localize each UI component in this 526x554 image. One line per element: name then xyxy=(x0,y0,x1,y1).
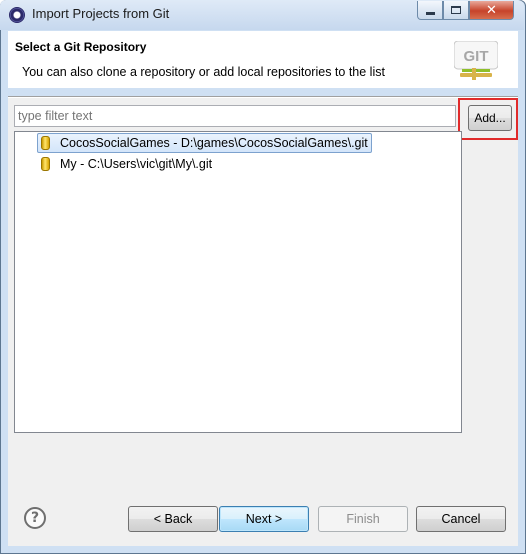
wizard-header: Select a Git Repository You can also clo… xyxy=(8,31,518,88)
maximize-button[interactable] xyxy=(443,1,469,20)
close-icon: ✕ xyxy=(486,2,497,18)
minimize-icon xyxy=(425,11,435,15)
repository-list[interactable]: CocosSocialGames - D:\games\CocosSocialG… xyxy=(14,131,462,433)
finish-button[interactable]: Finish xyxy=(318,506,408,532)
repository-item-cocossocialgames[interactable]: CocosSocialGames - D:\games\CocosSocialG… xyxy=(37,133,372,153)
help-icon[interactable]: ? xyxy=(24,507,46,529)
back-button[interactable]: < Back xyxy=(128,506,218,532)
maximize-icon xyxy=(451,6,461,14)
next-button[interactable]: Next > xyxy=(219,506,309,532)
eclipse-app-icon xyxy=(9,7,25,23)
git-logo-icon: GIT xyxy=(454,41,498,80)
title-bar[interactable]: Import Projects from Git ✕ xyxy=(0,0,524,30)
page-description: You can also clone a repository or add l… xyxy=(22,65,385,79)
cancel-button[interactable]: Cancel xyxy=(416,506,506,532)
filter-input[interactable] xyxy=(14,105,456,127)
repository-label: CocosSocialGames - D:\games\CocosSocialG… xyxy=(60,136,368,150)
minimize-button[interactable] xyxy=(417,1,443,20)
window-title: Import Projects from Git xyxy=(32,6,170,21)
close-button[interactable]: ✕ xyxy=(469,1,514,20)
repository-item-my[interactable]: My - C:\Users\vic\git\My\.git xyxy=(37,154,216,174)
page-title: Select a Git Repository xyxy=(15,40,147,54)
add-button[interactable]: Add... xyxy=(468,105,512,131)
repository-icon xyxy=(41,136,50,150)
repository-label: My - C:\Users\vic\git\My\.git xyxy=(60,157,213,171)
repository-icon xyxy=(41,157,50,171)
git-logo-text: GIT xyxy=(464,48,489,65)
